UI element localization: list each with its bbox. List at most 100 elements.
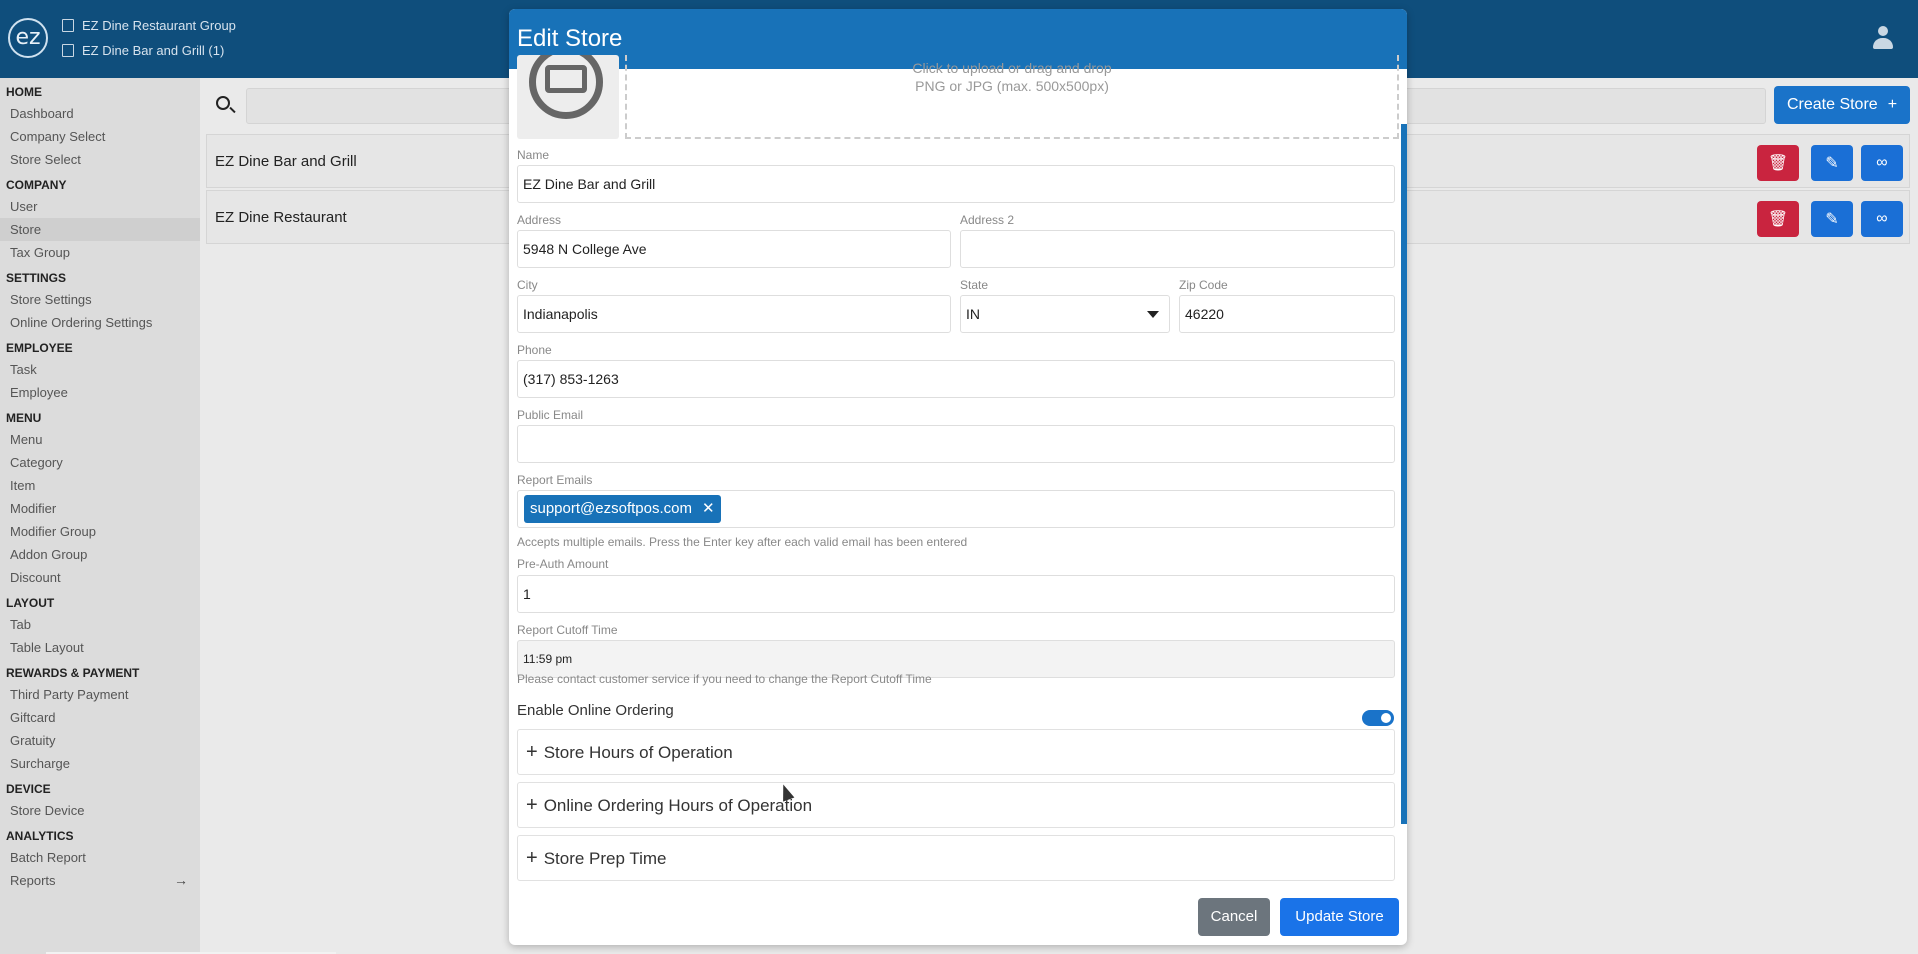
- sidebar-item-label: Task: [10, 362, 37, 377]
- phone-field[interactable]: (317) 853-1263: [517, 360, 1395, 398]
- state-select[interactable]: IN: [960, 295, 1170, 333]
- plus-icon: +: [1887, 96, 1898, 113]
- preauth-field[interactable]: 1: [517, 575, 1395, 613]
- sidebar-item-gratuity[interactable]: Gratuity: [0, 729, 200, 752]
- cancel-button[interactable]: Cancel: [1198, 898, 1270, 936]
- sidebar-item-label: Addon Group: [10, 547, 88, 562]
- building-icon: [62, 19, 74, 32]
- sidebar-item-menu[interactable]: Menu: [0, 428, 200, 451]
- update-store-button[interactable]: Update Store: [1280, 898, 1399, 936]
- sidebar-section-heading: EMPLOYEE: [6, 341, 73, 355]
- sidebar-section-heading: ANALYTICS: [6, 829, 74, 843]
- address-label: Address: [517, 213, 562, 227]
- sidebar-item-label: Table Layout: [10, 640, 84, 655]
- city-field[interactable]: Indianapolis: [517, 295, 951, 333]
- accordion-title: Store Hours of Operation: [543, 743, 733, 762]
- link-button[interactable]: ∞: [1861, 145, 1903, 181]
- cutoff-help: Please contact customer service if you n…: [517, 672, 932, 686]
- edit-button[interactable]: ✎: [1811, 201, 1853, 237]
- sidebar-item-tab[interactable]: Tab: [0, 613, 200, 636]
- sidebar-item-task[interactable]: Task: [0, 358, 200, 381]
- sidebar-item-label: Reports: [10, 873, 56, 888]
- public-email-label: Public Email: [517, 408, 584, 422]
- address2-field[interactable]: [960, 230, 1395, 268]
- link-button[interactable]: ∞: [1861, 201, 1903, 237]
- city-label: City: [517, 278, 538, 292]
- name-field[interactable]: EZ Dine Bar and Grill: [517, 165, 1395, 203]
- delete-button[interactable]: 🗑: [1757, 145, 1799, 181]
- sidebar-item-table-layout[interactable]: Table Layout: [0, 636, 200, 659]
- sidebar-item-label: Batch Report: [10, 850, 86, 865]
- sidebar-section-heading: HOME: [6, 85, 42, 99]
- arrow-right-icon: →: [174, 872, 188, 888]
- public-email-field[interactable]: [517, 425, 1395, 463]
- sidebar-item-third-party-payment[interactable]: Third Party Payment: [0, 683, 200, 706]
- name-label: Name: [517, 148, 550, 162]
- sidebar-item-item[interactable]: Item: [0, 474, 200, 497]
- sidebar-item-company-select[interactable]: Company Select: [0, 125, 200, 148]
- sidebar-item-label: Category: [10, 455, 63, 470]
- sidebar-item-label: Tax Group: [10, 245, 70, 260]
- plus-icon: +: [526, 741, 538, 763]
- ez-logo[interactable]: ez: [8, 18, 48, 58]
- sidebar-item-user[interactable]: User: [0, 195, 200, 218]
- delete-button[interactable]: 🗑: [1757, 201, 1799, 237]
- sidebar: HOME Dashboard Company Select Store Select C…: [0, 78, 336, 954]
- sidebar-item-tax-group[interactable]: Tax Group: [0, 241, 200, 264]
- sidebar-item-label: Item: [10, 478, 36, 493]
- search-icon: [216, 96, 230, 110]
- sidebar-item-label: Store Settings: [10, 292, 92, 307]
- sidebar-item-store-device[interactable]: Store Device: [0, 799, 200, 822]
- sidebar-item-label: Employee: [10, 385, 68, 400]
- sidebar-item-dashboard[interactable]: Dashboard: [0, 102, 200, 125]
- accordion-prep-time[interactable]: + Store Prep Time: [517, 835, 1395, 881]
- sidebar-item-label: Tab: [10, 617, 31, 632]
- image-upload-icon[interactable]: [517, 55, 619, 139]
- plus-icon: +: [526, 847, 538, 869]
- address-field[interactable]: 5948 N College Ave: [517, 230, 951, 268]
- sidebar-item-surcharge[interactable]: Surcharge: [0, 752, 200, 775]
- link-icon: ∞: [1876, 210, 1888, 227]
- sidebar-item-reports[interactable]: Reports →: [0, 869, 200, 892]
- pencil-icon: ✎: [1825, 211, 1839, 228]
- report-emails-help: Accepts multiple emails. Press the Enter…: [517, 535, 968, 549]
- sidebar-item-store[interactable]: Store: [0, 218, 200, 241]
- sidebar-item-giftcard[interactable]: Giftcard: [0, 706, 200, 729]
- sidebar-item-label: Online Ordering Settings: [10, 315, 153, 330]
- sidebar-item-discount[interactable]: Discount: [0, 566, 200, 589]
- store-row-name: EZ Dine Restaurant: [215, 209, 347, 226]
- upload-instruction: Click to upload or drag and drop: [912, 60, 1112, 76]
- sidebar-item-modifier-group[interactable]: Modifier Group: [0, 520, 200, 543]
- accordion-store-hours[interactable]: + Store Hours of Operation: [517, 729, 1395, 775]
- sidebar-item-employee[interactable]: Employee: [0, 381, 200, 404]
- modal-scrollbar[interactable]: [1401, 124, 1407, 824]
- accordion-online-hours[interactable]: + Online Ordering Hours of Operation: [517, 782, 1395, 828]
- close-icon[interactable]: ✕: [702, 495, 715, 523]
- user-icon[interactable]: [1872, 26, 1894, 50]
- sidebar-item-store-settings[interactable]: Store Settings: [0, 288, 200, 311]
- create-store-button[interactable]: Create Store +: [1774, 86, 1910, 124]
- sidebar-item-label: Menu: [10, 432, 43, 447]
- sidebar-item-batch-report[interactable]: Batch Report: [0, 846, 200, 869]
- report-emails-field[interactable]: support@ezsoftpos.com ✕: [517, 490, 1395, 528]
- sidebar-item-label: Modifier: [10, 501, 57, 516]
- image-dropzone[interactable]: Click to upload or drag and drop PNG or …: [625, 55, 1399, 139]
- org-selector[interactable]: EZ Dine Restaurant Group: [62, 18, 236, 33]
- sidebar-item-label: Store Select: [10, 152, 81, 167]
- sidebar-item-online-ordering-settings[interactable]: Online Ordering Settings: [0, 311, 200, 334]
- zip-field[interactable]: 46220: [1179, 295, 1395, 333]
- sidebar-item-modifier[interactable]: Modifier: [0, 497, 200, 520]
- sidebar-item-label: Surcharge: [10, 756, 70, 771]
- online-ordering-toggle[interactable]: [1362, 710, 1394, 726]
- create-store-label: Create Store: [1786, 96, 1878, 113]
- sidebar-item-label: User: [10, 199, 38, 214]
- sidebar-item-category[interactable]: Category: [0, 451, 200, 474]
- sidebar-item-store-select[interactable]: Store Select: [0, 148, 200, 171]
- sidebar-section-heading: DEVICE: [6, 782, 51, 796]
- sidebar-item-addon-group[interactable]: Addon Group: [0, 543, 200, 566]
- trash-icon: 🗑: [1767, 155, 1789, 172]
- email-chip-text: support@ezsoftpos.com: [530, 500, 692, 517]
- store-selector[interactable]: EZ Dine Bar and Grill (1): [62, 43, 224, 58]
- edit-button[interactable]: ✎: [1811, 145, 1853, 181]
- preauth-label: Pre-Auth Amount: [517, 557, 609, 571]
